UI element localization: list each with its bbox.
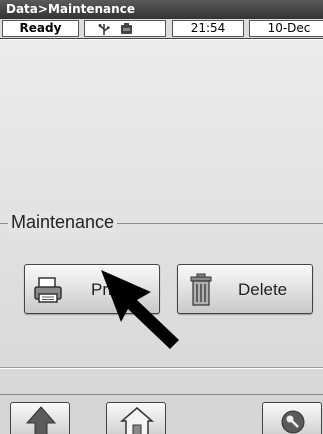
up-button[interactable]: [10, 402, 70, 434]
title-bar: Data>Maintenance: [0, 0, 323, 19]
maintenance-panel: Maintenance Print Delete: [0, 40, 323, 394]
home-icon: [119, 407, 155, 434]
status-bar: Ready 21:54 10-Dec: [0, 19, 323, 39]
tools-button[interactable]: [262, 402, 322, 434]
window-title: Data>Maintenance: [6, 2, 135, 16]
print-button[interactable]: Print: [24, 264, 160, 314]
tools-icon: [281, 410, 305, 434]
status-time: 21:54: [172, 20, 244, 37]
home-button[interactable]: [106, 402, 166, 434]
battery-icon: [121, 23, 132, 34]
status-date: 10-Dec: [249, 20, 323, 37]
usb-icon: [98, 24, 110, 35]
up-arrow-icon: [25, 406, 57, 434]
bottom-nav: [0, 394, 323, 434]
device-screen: Data>Maintenance Ready 21:54 10-Dec Main…: [0, 0, 323, 434]
delete-button[interactable]: Delete: [177, 264, 313, 314]
trash-icon: [190, 273, 212, 306]
status-ready: Ready: [2, 20, 79, 37]
status-icons: [84, 20, 166, 37]
delete-label: Delete: [238, 280, 288, 299]
print-label: Print: [91, 280, 126, 299]
printer-icon: [34, 277, 62, 303]
group-title: Maintenance: [8, 212, 118, 233]
panel-separator: [0, 367, 323, 369]
